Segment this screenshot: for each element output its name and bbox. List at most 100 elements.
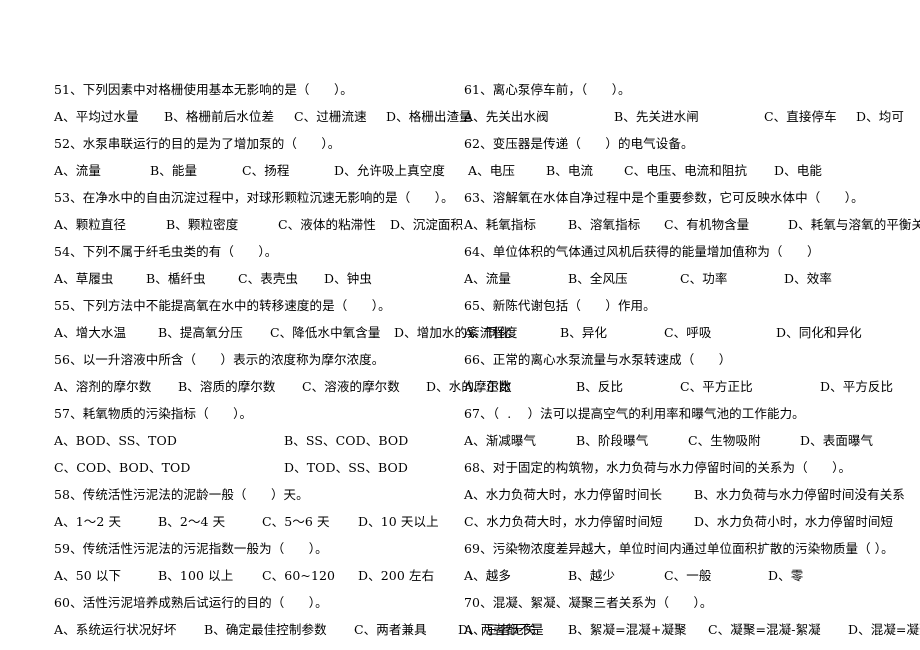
option-b[interactable]: B、2～4 天 bbox=[158, 508, 262, 535]
option-a[interactable]: A、溶剂的摩尔数 bbox=[54, 373, 178, 400]
option-row: A、50 以下 B、100 以上 C、60~120 D、200 左右 bbox=[54, 562, 458, 589]
option-c[interactable]: C、凝聚=混凝-絮凝 bbox=[708, 616, 848, 643]
question-stem: 64、单位体积的气体通过风机后获得的能量增加值称为（ ） bbox=[464, 238, 914, 265]
option-d[interactable]: D、200 左右 bbox=[358, 562, 434, 589]
option-a[interactable]: A、先关出水阀 bbox=[464, 103, 614, 130]
option-c[interactable]: C、直接停车 bbox=[764, 103, 856, 130]
question-stem: 70、混凝、絮凝、凝聚三者关系为（ ）。 bbox=[464, 589, 914, 616]
option-c[interactable]: C、水力负荷大时，水力停留时间短 bbox=[464, 508, 694, 535]
option-c[interactable]: C、60~120 bbox=[262, 562, 358, 589]
option-d[interactable]: D、效率 bbox=[784, 265, 832, 292]
option-d[interactable]: D、格栅出渣量 bbox=[386, 103, 472, 130]
option-d[interactable]: D、10 天以上 bbox=[358, 508, 439, 535]
option-c[interactable]: C、有机物含量 bbox=[664, 211, 788, 238]
option-row: A、系统运行状况好坏 B、确定最佳控制参数 C、两者兼具 D、两者都不是 bbox=[54, 616, 544, 643]
question-stem: 67、（ . ）法可以提高空气的利用率和曝气池的工作能力。 bbox=[464, 400, 914, 427]
option-b[interactable]: B、楯纤虫 bbox=[146, 265, 238, 292]
question-stem: 51、下列因素中对格栅使用基本无影响的是（ ）。 bbox=[54, 76, 458, 103]
option-b[interactable]: B、絮凝=混凝+凝聚 bbox=[568, 616, 708, 643]
question-number: 69、 bbox=[464, 541, 493, 556]
option-c[interactable]: C、电压、电流和阻抗 bbox=[624, 157, 774, 184]
option-a[interactable]: A、1～2 天 bbox=[54, 508, 158, 535]
option-row: A、三者无关B、絮凝=混凝+凝聚C、凝聚=混凝-絮凝D、混凝=凝聚=絮凝 bbox=[464, 616, 920, 643]
option-c[interactable]: C、一般 bbox=[664, 562, 768, 589]
option-d[interactable]: D、允许吸上真空度 bbox=[334, 157, 445, 184]
option-c[interactable]: C、扬程 bbox=[242, 157, 334, 184]
question-number: 66、 bbox=[464, 352, 493, 367]
option-row: A、流量 B、全风压 C、功率 D、效率 bbox=[464, 265, 914, 292]
option-d[interactable]: D、同化和异化 bbox=[776, 319, 862, 346]
option-row: A、草履虫 B、楯纤虫 C、表壳虫 D、钟虫 bbox=[54, 265, 458, 292]
option-c[interactable]: C、呼吸 bbox=[664, 319, 776, 346]
option-a[interactable]: A、BOD、SS、TOD bbox=[54, 427, 284, 454]
option-row: A、颗粒直径 B、颗粒密度 C、液体的粘滞性 D、沉淀面积 bbox=[54, 211, 463, 238]
option-a[interactable]: A、正比 bbox=[464, 373, 576, 400]
option-a[interactable]: A、系统运行状况好坏 bbox=[54, 616, 204, 643]
option-a[interactable]: A、耗氧指标 bbox=[464, 211, 568, 238]
option-row: A、耗氧指标B、溶氧指标C、有机物含量D、耗氧与溶氧的平衡关系 bbox=[464, 211, 920, 238]
option-a[interactable]: A、三者无关 bbox=[464, 616, 568, 643]
option-a[interactable]: A、渐减曝气 bbox=[464, 427, 576, 454]
option-d[interactable]: D、混凝=凝聚=絮凝 bbox=[848, 616, 920, 643]
option-d[interactable]: D、表面曝气 bbox=[800, 427, 873, 454]
question-stem: 58、传统活性污泥法的泥龄一般（ ）天。 bbox=[54, 481, 458, 508]
option-b[interactable]: B、越少 bbox=[568, 562, 664, 589]
option-c[interactable]: C、降低水中氧含量 bbox=[270, 319, 394, 346]
option-c[interactable]: C、功率 bbox=[680, 265, 784, 292]
option-a[interactable]: A、电压 bbox=[468, 157, 546, 184]
option-b[interactable]: B、阶段曝气 bbox=[576, 427, 688, 454]
option-d[interactable]: D、TOD、SS、BOD bbox=[284, 454, 408, 481]
question-text: 对于固定的构筑物，水力负荷与水力停留时间的关系为（ ）。 bbox=[492, 460, 852, 475]
option-c[interactable]: C、溶液的摩尔数 bbox=[302, 373, 426, 400]
option-c[interactable]: C、过栅流速 bbox=[294, 103, 386, 130]
option-d[interactable]: D、水力负荷小时，水力停留时间短 bbox=[694, 508, 893, 535]
option-b[interactable]: B、能量 bbox=[150, 157, 242, 184]
option-a[interactable]: A、增大水温 bbox=[54, 319, 158, 346]
option-b[interactable]: B、溶质的摩尔数 bbox=[178, 373, 302, 400]
option-c[interactable]: C、表壳虫 bbox=[238, 265, 324, 292]
option-c[interactable]: C、液体的粘滞性 bbox=[278, 211, 390, 238]
option-row: A、渐减曝气 B、阶段曝气 C、生物吸附 D、表面曝气 bbox=[464, 427, 914, 454]
option-c[interactable]: C、平方正比 bbox=[680, 373, 820, 400]
option-b[interactable]: B、格栅前后水位差 bbox=[164, 103, 294, 130]
option-b[interactable]: B、电流 bbox=[546, 157, 624, 184]
option-b[interactable]: B、异化 bbox=[560, 319, 664, 346]
option-d[interactable]: D、均可 bbox=[856, 103, 904, 130]
question-stem: 68、对于固定的构筑物，水力负荷与水力停留时间的关系为（ ）。 bbox=[464, 454, 914, 481]
option-b[interactable]: B、颗粒密度 bbox=[166, 211, 278, 238]
option-d[interactable]: D、钟虫 bbox=[324, 265, 372, 292]
option-b[interactable]: B、水力负荷与水力停留时间没有关系 bbox=[694, 481, 905, 508]
option-b[interactable]: B、先关进水闸 bbox=[614, 103, 764, 130]
option-a[interactable]: A、流量 bbox=[54, 157, 150, 184]
option-b[interactable]: B、提高氧分压 bbox=[158, 319, 270, 346]
option-row: A、溶剂的摩尔数 B、溶质的摩尔数 C、溶液的摩尔数 D、水的摩尔数 bbox=[54, 373, 512, 400]
option-row: C、水力负荷大时，水力停留时间短 D、水力负荷小时，水力停留时间短 bbox=[464, 508, 914, 535]
question-text: 传统活性污泥法的泥龄一般（ ）天。 bbox=[82, 487, 309, 502]
option-a[interactable]: A、草履虫 bbox=[54, 265, 146, 292]
option-d[interactable]: D、零 bbox=[768, 562, 803, 589]
option-b[interactable]: B、确定最佳控制参数 bbox=[204, 616, 354, 643]
option-d[interactable]: D、平方反比 bbox=[820, 373, 893, 400]
option-a[interactable]: A、流量 bbox=[464, 265, 568, 292]
option-d[interactable]: D、耗氧与溶氧的平衡关系 bbox=[788, 211, 920, 238]
option-a[interactable]: A、水力负荷大时，水力停留时间长 bbox=[464, 481, 694, 508]
option-a[interactable]: A、颗粒直径 bbox=[54, 211, 166, 238]
option-a[interactable]: A、50 以下 bbox=[54, 562, 158, 589]
option-a[interactable]: A、越多 bbox=[464, 562, 568, 589]
option-b[interactable]: B、全风压 bbox=[568, 265, 680, 292]
option-c[interactable]: C、COD、BOD、TOD bbox=[54, 454, 284, 481]
option-a[interactable]: A、平均过水量 bbox=[54, 103, 164, 130]
option-row: A、增大水温 B、提高氧分压 C、降低水中氧含量 D、增加水的紊流程度 bbox=[54, 319, 517, 346]
option-b[interactable]: B、反比 bbox=[576, 373, 680, 400]
option-c[interactable]: C、5～6 天 bbox=[262, 508, 358, 535]
option-b[interactable]: B、SS、COD、BOD bbox=[284, 427, 408, 454]
question-stem: 52、水泵串联运行的目的是为了增加泵的（ ）。 bbox=[54, 130, 458, 157]
option-b[interactable]: B、溶氧指标 bbox=[568, 211, 664, 238]
option-c[interactable]: C、生物吸附 bbox=[688, 427, 800, 454]
option-d[interactable]: D、电能 bbox=[774, 157, 822, 184]
option-row: A、平均过水量 B、格栅前后水位差 C、过栅流速 D、格栅出渣量 bbox=[54, 103, 472, 130]
option-b[interactable]: B、100 以上 bbox=[158, 562, 262, 589]
option-d[interactable]: D、沉淀面积 bbox=[390, 211, 463, 238]
option-c[interactable]: C、两者兼具 bbox=[354, 616, 458, 643]
option-a[interactable]: A、同化 bbox=[464, 319, 560, 346]
